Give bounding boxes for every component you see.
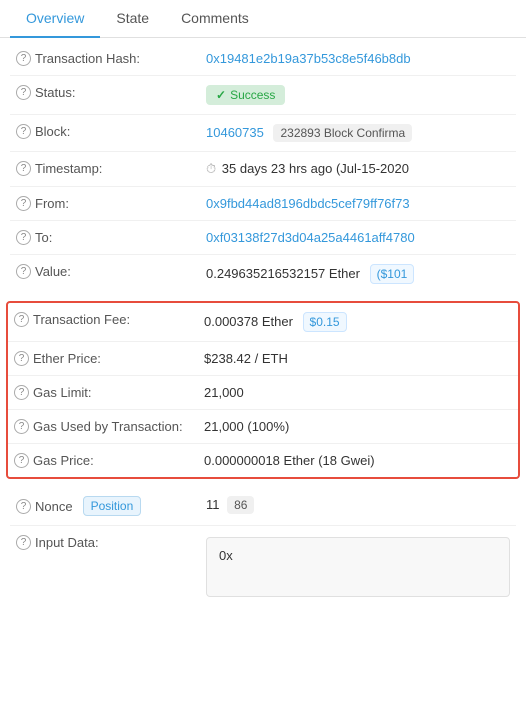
value-tx-fee: 0.000378 Ether $0.15 <box>204 312 512 332</box>
label-gas-price: ? Gas Price: <box>14 453 204 468</box>
tx-hash-link[interactable]: 0x19481e2b19a37b53c8e5f46b8db <box>206 51 411 66</box>
row-gas-price: ? Gas Price: 0.000000018 Ether (18 Gwei) <box>8 444 518 477</box>
help-icon-block[interactable]: ? <box>16 124 31 139</box>
row-gas-used: ? Gas Used by Transaction: 21,000 (100%) <box>8 410 518 444</box>
value-input-data: 0x <box>206 535 510 597</box>
status-badge: Success <box>206 85 285 105</box>
help-icon-gas-price[interactable]: ? <box>14 453 29 468</box>
value-block: 10460735 232893 Block Confirma <box>206 124 510 142</box>
tab-state[interactable]: State <box>100 0 165 38</box>
help-icon-to[interactable]: ? <box>16 230 31 245</box>
label-from: ? From: <box>16 196 206 211</box>
tab-overview[interactable]: Overview <box>10 0 100 38</box>
value-ether-price: $238.42 / ETH <box>204 351 512 366</box>
tab-comments[interactable]: Comments <box>165 0 265 38</box>
help-icon-status[interactable]: ? <box>16 85 31 100</box>
label-status: ? Status: <box>16 85 206 100</box>
label-gas-used: ? Gas Used by Transaction: <box>14 419 204 434</box>
value-gas-limit: 21,000 <box>204 385 512 400</box>
row-timestamp: ? Timestamp: ⏱ 35 days 23 hrs ago (Jul-1… <box>10 152 516 187</box>
row-transaction-hash: ? Transaction Hash: 0x19481e2b19a37b53c8… <box>10 42 516 76</box>
nonce-section: ? Nonce Position 11 86 ? Input Data: 0x <box>0 483 526 610</box>
tab-bar: Overview State Comments <box>0 0 526 38</box>
label-ether-price: ? Ether Price: <box>14 351 204 366</box>
row-status: ? Status: Success <box>10 76 516 115</box>
row-tx-fee: ? Transaction Fee: 0.000378 Ether $0.15 <box>8 303 518 342</box>
from-address-link[interactable]: 0x9fbd44ad8196dbdc5cef79ff76f73 <box>206 196 410 211</box>
help-icon-from[interactable]: ? <box>16 196 31 211</box>
value-gas-used: 21,000 (100%) <box>204 419 512 434</box>
label-gas-limit: ? Gas Limit: <box>14 385 204 400</box>
row-ether-price: ? Ether Price: $238.42 / ETH <box>8 342 518 376</box>
clock-icon: ⏱ <box>206 161 216 176</box>
value-to: 0xf03138f27d3d04a25a4461aff4780 <box>206 230 510 245</box>
row-gas-limit: ? Gas Limit: 21,000 <box>8 376 518 410</box>
nonce-number-badge: 86 <box>227 496 254 514</box>
value-timestamp: ⏱ 35 days 23 hrs ago (Jul-15-2020 <box>206 161 510 177</box>
tx-fee-usd-badge: $0.15 <box>303 312 347 332</box>
value-status: Success <box>206 85 510 105</box>
help-icon-timestamp[interactable]: ? <box>16 161 31 176</box>
fee-section: ? Transaction Fee: 0.000378 Ether $0.15 … <box>6 301 520 479</box>
help-icon-gas-limit[interactable]: ? <box>14 385 29 400</box>
row-input-data: ? Input Data: 0x <box>10 526 516 606</box>
info-table: ? Transaction Hash: 0x19481e2b19a37b53c8… <box>0 38 526 297</box>
label-value: ? Value: <box>16 264 206 279</box>
help-icon-input-data[interactable]: ? <box>16 535 31 550</box>
help-icon-tx-hash[interactable]: ? <box>16 51 31 66</box>
help-icon-tx-fee[interactable]: ? <box>14 312 29 327</box>
label-input-data: ? Input Data: <box>16 535 206 550</box>
value-nonce: 11 86 <box>206 496 510 514</box>
value-usd-badge: ($101 <box>370 264 415 284</box>
value-transaction-hash: 0x19481e2b19a37b53c8e5f46b8db <box>206 51 510 66</box>
row-from: ? From: 0x9fbd44ad8196dbdc5cef79ff76f73 <box>10 187 516 221</box>
label-block: ? Block: <box>16 124 206 139</box>
help-icon-gas-used[interactable]: ? <box>14 419 29 434</box>
value-from: 0x9fbd44ad8196dbdc5cef79ff76f73 <box>206 196 510 211</box>
label-nonce: ? Nonce Position <box>16 496 206 516</box>
row-value: ? Value: 0.249635216532157 Ether ($101 <box>10 255 516 293</box>
block-confirmations: 232893 Block Confirma <box>273 124 412 142</box>
value-eth-amount: 0.249635216532157 Ether ($101 <box>206 264 510 284</box>
row-to: ? To: 0xf03138f27d3d04a25a4461aff4780 <box>10 221 516 255</box>
help-icon-value[interactable]: ? <box>16 264 31 279</box>
row-nonce: ? Nonce Position 11 86 <box>10 487 516 526</box>
label-timestamp: ? Timestamp: <box>16 161 206 176</box>
label-transaction-hash: ? Transaction Hash: <box>16 51 206 66</box>
input-data-box[interactable]: 0x <box>206 537 510 597</box>
to-address-link[interactable]: 0xf03138f27d3d04a25a4461aff4780 <box>206 230 415 245</box>
label-tx-fee: ? Transaction Fee: <box>14 312 204 327</box>
nonce-position-badge: Position <box>83 496 142 516</box>
label-to: ? To: <box>16 230 206 245</box>
help-icon-ether-price[interactable]: ? <box>14 351 29 366</box>
value-gas-price: 0.000000018 Ether (18 Gwei) <box>204 453 512 468</box>
block-link[interactable]: 10460735 <box>206 125 264 140</box>
help-icon-nonce[interactable]: ? <box>16 499 31 514</box>
row-block: ? Block: 10460735 232893 Block Confirma <box>10 115 516 152</box>
